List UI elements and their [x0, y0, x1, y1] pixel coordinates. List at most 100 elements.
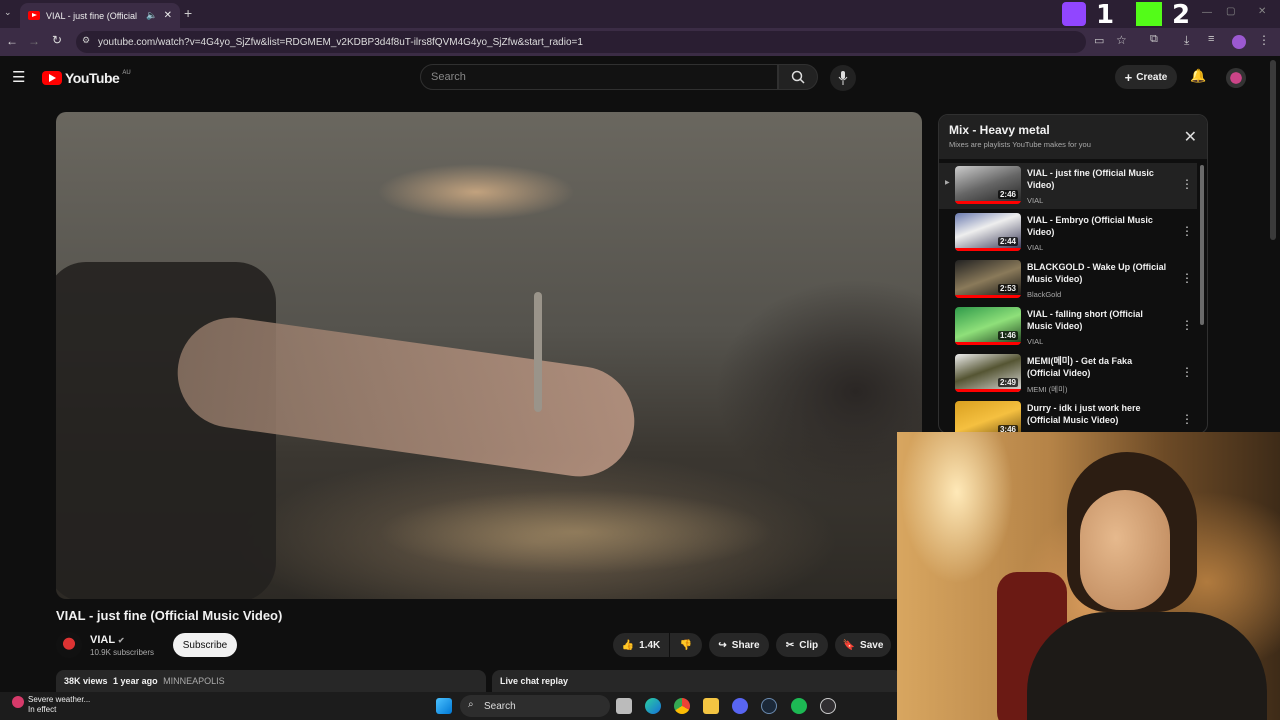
share-label: Share — [731, 639, 760, 651]
close-icon[interactable]: ✕ — [1184, 127, 1197, 147]
microphone-icon — [838, 71, 848, 85]
notifications-bell-icon[interactable]: 🔔 — [1190, 68, 1206, 84]
thumbnail: 2:53 — [955, 260, 1021, 298]
thumbnail: 2:49 — [955, 354, 1021, 392]
taskbar-search-label: Search — [484, 700, 516, 712]
search-button[interactable] — [778, 64, 818, 90]
location-tag[interactable]: MINNEAPOLIS — [163, 676, 225, 686]
item-channel: BlackGold — [1027, 290, 1062, 299]
clip-button[interactable]: ✂ Clip — [776, 633, 828, 657]
more-options-icon[interactable]: ⋮ — [1181, 318, 1193, 332]
account-avatar[interactable] — [1226, 68, 1246, 88]
windows-start-icon[interactable] — [436, 698, 452, 714]
playlist-item[interactable]: 3:46 Durry - idk i just work here (Offic… — [939, 398, 1197, 433]
speaker-icon[interactable]: 🔈 — [146, 10, 157, 21]
more-options-icon[interactable]: ⋮ — [1181, 271, 1193, 285]
item-channel: VIAL — [1027, 337, 1044, 346]
forward-icon[interactable]: → — [28, 34, 40, 48]
discord-icon[interactable] — [732, 698, 748, 714]
url-field[interactable]: ⚙ youtube.com/watch?v=4G4yo_SjZfw&list=R… — [76, 31, 1086, 53]
playlist-scrollbar[interactable] — [1200, 165, 1204, 325]
playlist-item[interactable]: ▶ 2:46 VIAL - just fine (Official Music … — [939, 163, 1197, 209]
downloads-icon[interactable]: ⤓ — [1184, 33, 1189, 48]
save-label: Save — [860, 639, 884, 651]
video-player[interactable] — [56, 112, 922, 599]
create-label: Create — [1136, 71, 1168, 83]
minimize-icon[interactable]: — — [1202, 7, 1212, 18]
share-icon: ↪ — [718, 639, 727, 651]
reading-list-icon[interactable]: ≡ — [1208, 33, 1214, 45]
watched-progress-bar — [955, 295, 1021, 298]
maximize-icon[interactable]: ▢ — [1226, 6, 1235, 17]
save-button[interactable]: 🔖 Save — [835, 633, 891, 657]
thumbs-down-icon: 👎 — [679, 639, 693, 651]
subscribe-button[interactable]: Subscribe — [173, 633, 237, 657]
tab-title: VIAL - just fine (Official Mu — [46, 10, 140, 21]
tab-list-chevron-icon[interactable]: ⌄ — [4, 7, 12, 18]
bookmark-icon: 🔖 — [842, 639, 856, 651]
search-placeholder: Search — [431, 71, 466, 83]
youtube-logo-text: YouTube — [65, 70, 120, 86]
thumbnail: 3:46 — [955, 401, 1021, 433]
steam-icon[interactable] — [761, 698, 777, 714]
browser-menu-icon[interactable]: ⋮ — [1258, 33, 1270, 47]
channel-avatar[interactable] — [56, 632, 82, 658]
streamer-body — [1027, 612, 1267, 720]
youtube-header: ☰ YouTube AU Search + Create 🔔 — [0, 56, 1280, 100]
cast-icon[interactable]: ▭ — [1094, 34, 1104, 47]
search-icon: ⌕ — [468, 699, 474, 710]
taskbar-search[interactable]: ⌕ Search — [460, 695, 610, 717]
voice-search-button[interactable] — [830, 65, 856, 91]
dislike-button[interactable]: 👎 — [670, 633, 702, 657]
playlist-title[interactable]: Mix - Heavy metal — [949, 123, 1197, 137]
like-button[interactable]: 👍 1.4K — [613, 633, 669, 657]
guide-menu-icon[interactable]: ☰ — [12, 68, 25, 86]
playlist-header: Mix - Heavy metal Mixes are playlists Yo… — [939, 115, 1207, 159]
now-playing-icon: ▶ — [945, 180, 950, 186]
file-explorer-icon[interactable] — [703, 698, 719, 714]
bookmark-star-icon[interactable]: ☆ — [1116, 33, 1127, 47]
watched-progress-bar — [955, 248, 1021, 251]
more-options-icon[interactable]: ⋮ — [1181, 412, 1193, 426]
search-icon — [791, 70, 805, 84]
site-info-icon[interactable]: ⚙ — [82, 35, 90, 46]
playlist-item[interactable]: 2:53 BLACKGOLD - Wake Up (Official Music… — [939, 257, 1197, 303]
reload-icon[interactable]: ↻ — [52, 33, 62, 47]
window-close-icon[interactable]: ✕ — [1258, 6, 1266, 17]
chrome-icon[interactable] — [674, 698, 690, 714]
task-view-icon[interactable] — [616, 698, 632, 714]
channel-name[interactable]: VIAL ✔ — [90, 634, 125, 646]
search-input[interactable]: Search — [420, 64, 778, 90]
watched-progress-bar — [955, 201, 1021, 204]
duration: 2:53 — [997, 284, 1018, 293]
weather-widget[interactable]: Severe weather... In effect — [12, 695, 90, 715]
more-options-icon[interactable]: ⋮ — [1181, 177, 1193, 191]
more-options-icon[interactable]: ⋮ — [1181, 365, 1193, 379]
browser-tab-bar: ⌄ VIAL - just fine (Official Mu 🔈 ✕ + 1 … — [0, 0, 1280, 30]
duration: 2:44 — [997, 237, 1018, 246]
thumbnail: 2:46 — [955, 166, 1021, 204]
spotify-icon[interactable] — [791, 698, 807, 714]
streamer-face — [1080, 490, 1170, 610]
extensions-icon[interactable]: ⧉ — [1150, 33, 1158, 46]
tab-close-icon[interactable]: ✕ — [164, 10, 172, 21]
duration: 2:46 — [997, 190, 1018, 199]
profile-avatar[interactable] — [1232, 35, 1246, 49]
new-tab-button[interactable]: + — [184, 5, 192, 21]
more-options-icon[interactable]: ⋮ — [1181, 224, 1193, 238]
obs-icon[interactable] — [820, 698, 836, 714]
playlist-item[interactable]: 1:46 VIAL - falling short (Official Musi… — [939, 304, 1197, 350]
create-button[interactable]: + Create — [1115, 65, 1177, 89]
back-icon[interactable]: ← — [6, 34, 18, 48]
playlist-item[interactable]: 2:49 MEMI(메미) - Get da Faka (Official Vi… — [939, 351, 1197, 397]
youtube-logo[interactable]: YouTube AU — [42, 70, 131, 86]
page-scrollbar[interactable] — [1270, 60, 1276, 240]
share-button[interactable]: ↪ Share — [709, 633, 769, 657]
overlay-number-1: 1 — [1096, 0, 1115, 30]
edge-icon[interactable] — [645, 698, 661, 714]
playlist-item[interactable]: 2:44 VIAL - Embryo (Official Music Video… — [939, 210, 1197, 256]
mix-playlist-panel: Mix - Heavy metal Mixes are playlists Yo… — [938, 114, 1208, 434]
tab-active[interactable]: VIAL - just fine (Official Mu 🔈 ✕ — [20, 3, 180, 28]
verified-icon: ✔ — [117, 636, 125, 645]
watched-progress-bar — [955, 342, 1021, 345]
